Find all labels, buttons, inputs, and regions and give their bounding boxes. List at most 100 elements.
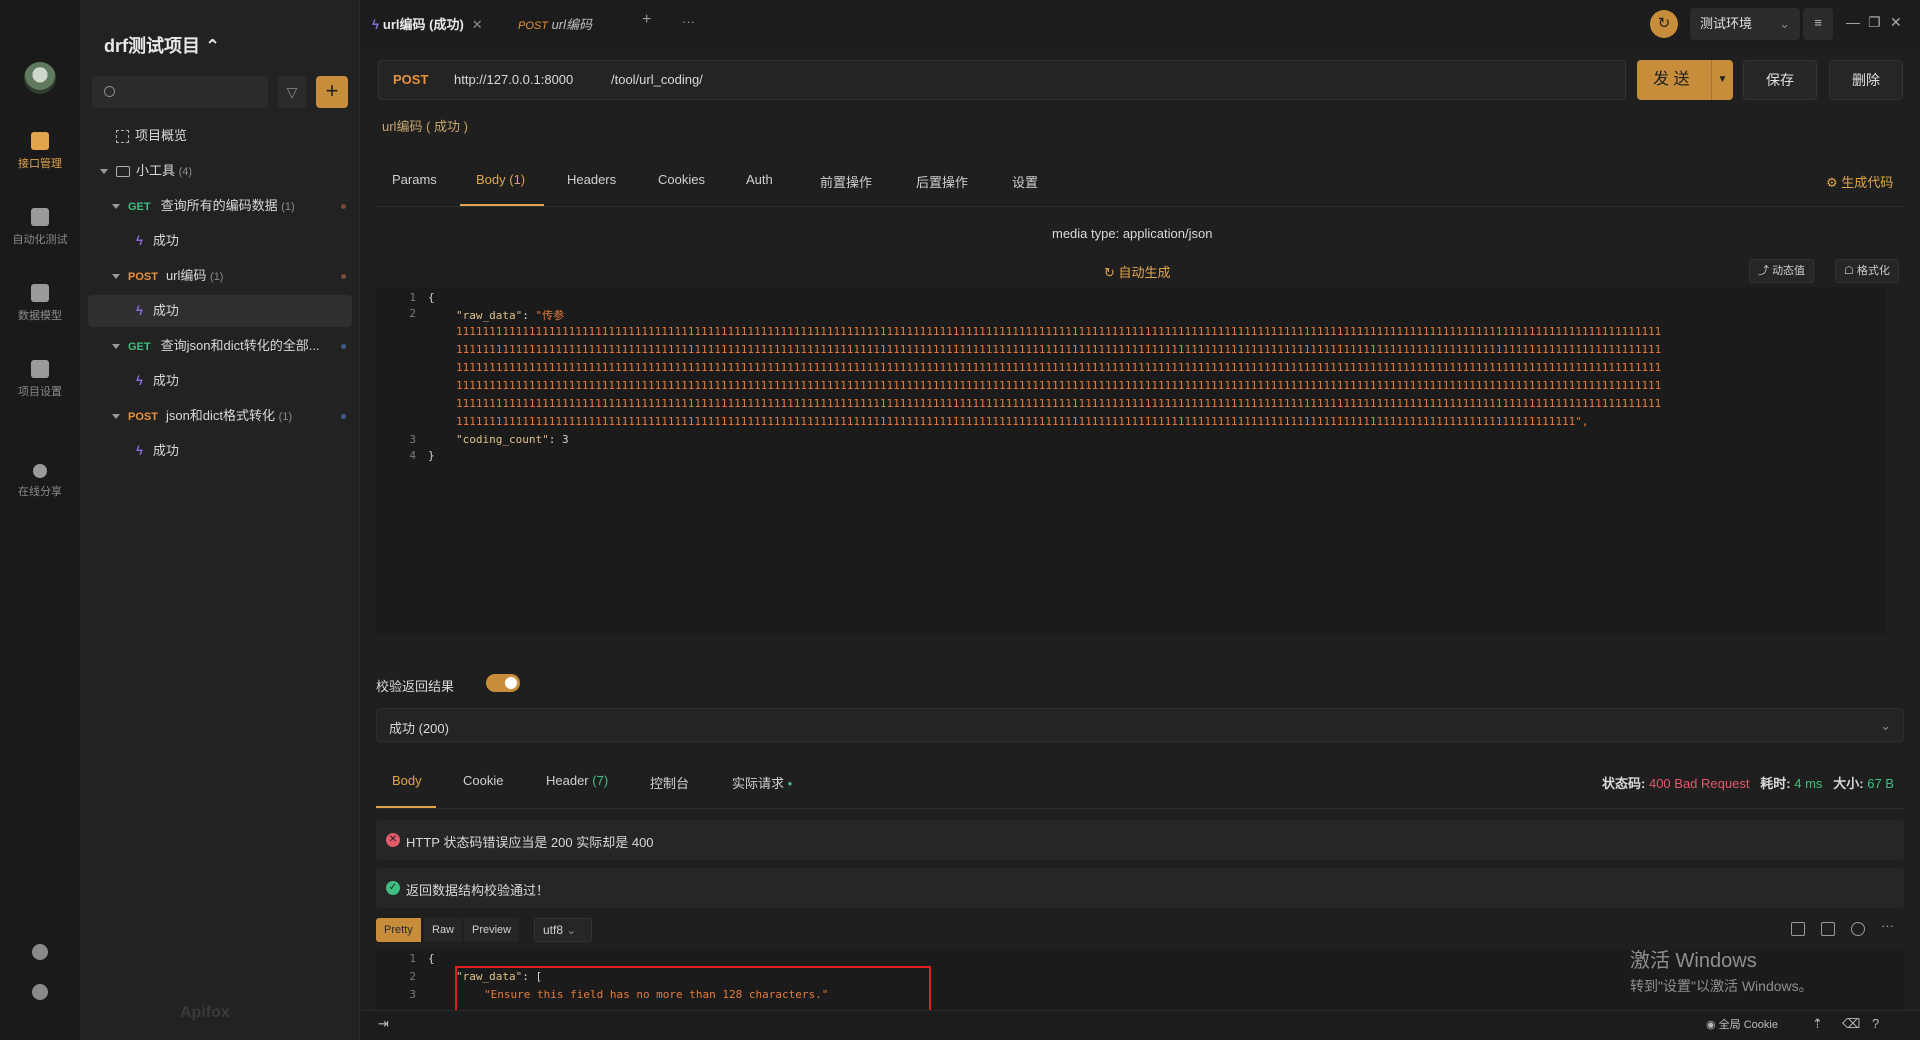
more-tabs-button[interactable]: ··· — [682, 14, 695, 29]
code-icon: ⚙ — [1826, 175, 1842, 190]
tab-auth[interactable]: Auth — [746, 172, 773, 187]
sidebar-toggle-icon[interactable]: ⇥ — [378, 1016, 389, 1032]
response-select[interactable]: 成功 (200) ⌄ — [376, 708, 1904, 742]
format-icon: ☖ — [1844, 265, 1857, 277]
share-icon — [33, 464, 47, 478]
help-icon[interactable]: ? — [1872, 1016, 1879, 1031]
auto-generate-button[interactable]: ↻ 自动生成 — [1104, 262, 1171, 281]
resp-tab-body[interactable]: Body — [392, 773, 422, 788]
sidebar-item-case[interactable]: ϟ 成功 — [88, 225, 352, 257]
sidebar-item-api[interactable]: POST json和dict格式转化 (1) — [88, 400, 352, 432]
bolt-icon: ϟ — [136, 233, 143, 248]
url-bar[interactable]: POST http://127.0.0.1:8000 /tool/url_cod… — [378, 60, 1626, 100]
resp-tab-actual-request[interactable]: 实际请求 • — [732, 773, 792, 792]
sidebar-item-api[interactable]: POST url编码 (1) — [88, 260, 352, 292]
rail-share[interactable]: 在线分享 — [0, 464, 80, 499]
body-editor[interactable]: 1 2 3 4 { "raw_data": "传参 11111111111111… — [376, 287, 1886, 635]
sidebar-item-case[interactable]: ϟ 成功 — [88, 435, 352, 467]
rail-data-model[interactable]: 数据模型 — [0, 284, 80, 323]
menu-button[interactable]: ≡ — [1803, 8, 1833, 40]
chevron-down-icon — [100, 169, 108, 175]
upload-icon[interactable]: ⇡ — [1812, 1016, 1823, 1032]
rail-project-settings[interactable]: 项目设置 — [0, 360, 80, 399]
divider — [376, 206, 1904, 207]
sidebar-folder[interactable]: 小工具 (4) — [88, 155, 352, 187]
tab-settings[interactable]: 设置 — [1012, 172, 1038, 191]
chevron-down-icon: ⌄ — [1779, 16, 1790, 31]
close-window-icon[interactable]: ✕ — [1890, 14, 1902, 31]
error-message: ✕ HTTP 状态码错误应当是 200 实际却是 400 — [376, 820, 1904, 860]
tab-params[interactable]: Params — [392, 172, 437, 187]
gear-icon[interactable] — [32, 984, 48, 1000]
chevron-down-icon — [112, 204, 120, 210]
avatar[interactable] — [24, 62, 56, 94]
filter-icon: ▽ — [286, 84, 298, 100]
plus-icon: + — [325, 78, 339, 103]
url-path-input[interactable]: /tool/url_coding/ — [611, 72, 703, 87]
send-button[interactable]: 发 送 ▼ — [1637, 60, 1733, 100]
chevron-down-icon: ⌄ — [1880, 718, 1891, 733]
resp-tab-cookie[interactable]: Cookie — [463, 773, 503, 788]
validate-toggle[interactable] — [486, 674, 520, 692]
add-tab-button[interactable]: + — [642, 11, 651, 29]
annotation-highlight — [455, 966, 931, 1016]
pretty-button[interactable]: Pretty — [376, 918, 421, 942]
chevron-down-icon — [112, 344, 120, 350]
tab-url-coding-success[interactable]: ϟ url编码 (成功) ✕ — [372, 14, 483, 33]
close-icon[interactable]: ✕ — [472, 17, 483, 32]
minimize-icon[interactable]: — — [1846, 14, 1860, 30]
request-name[interactable]: url编码 ( 成功 ) — [382, 116, 468, 135]
filter-button[interactable]: ▽ — [278, 76, 306, 108]
sidebar-item-api[interactable]: GET 查询所有的编码数据 (1) — [88, 190, 352, 222]
rail-automation[interactable]: 自动化测试 — [0, 208, 80, 247]
tab-body[interactable]: Body (1) — [476, 172, 525, 187]
save-button[interactable]: 保存 — [1743, 60, 1817, 100]
resp-tab-header[interactable]: Header (7) — [546, 773, 608, 788]
chevron-down-icon[interactable]: ▼ — [1711, 60, 1733, 100]
download-icon[interactable] — [1791, 922, 1805, 936]
format-button[interactable]: ☖ 格式化 — [1835, 259, 1899, 283]
env-select[interactable]: 测试环境 ⌄ — [1690, 8, 1800, 40]
response-status: 状态码: 400 Bad Request 耗时: 4 ms 大小: 67 B — [1602, 776, 1894, 791]
copy-icon[interactable] — [1821, 922, 1835, 936]
folder-icon — [116, 166, 130, 178]
preview-button[interactable]: Preview — [464, 918, 520, 942]
error-icon: ✕ — [386, 833, 400, 847]
wand-icon: ⤴ — [1758, 265, 1773, 277]
search-input[interactable] — [92, 76, 268, 108]
dynamic-value-button[interactable]: ⤴ 动态值 — [1749, 259, 1815, 283]
global-cookie-button[interactable]: ◉ 全局 Cookie — [1706, 1016, 1778, 1032]
resp-tab-console[interactable]: 控制台 — [650, 773, 689, 792]
tab-post-ops[interactable]: 后置操作 — [916, 172, 968, 191]
add-button[interactable]: + — [316, 76, 348, 108]
sidebar-item-api[interactable]: GET 查询json和dict转化的全部... — [88, 330, 352, 362]
sidebar-item-case[interactable]: ϟ 成功 — [88, 365, 352, 397]
rail-api-manage[interactable]: 接口管理 — [0, 132, 80, 171]
tab-url-coding[interactable]: POST url编码 — [518, 14, 592, 33]
api-manage-icon — [31, 132, 49, 150]
sidebar-item-case-selected[interactable]: ϟ 成功 — [88, 295, 352, 327]
generate-code-button[interactable]: ⚙ 生成代码 — [1826, 172, 1893, 191]
success-message: ✓ 返回数据结构校验通过！ — [376, 868, 1904, 908]
tab-headers[interactable]: Headers — [567, 172, 616, 187]
validate-label: 校验返回结果 — [376, 679, 455, 694]
delete-button[interactable]: 删除 — [1829, 60, 1903, 100]
project-title[interactable]: drf测试项目 ⌃ — [104, 32, 220, 58]
raw-button[interactable]: Raw — [424, 918, 463, 942]
more-icon[interactable]: ··· — [1881, 918, 1894, 933]
project-settings-icon — [31, 360, 49, 378]
base-url: http://127.0.0.1:8000 — [454, 72, 574, 87]
sync-icon[interactable]: ↻ — [1650, 10, 1678, 38]
trash-icon[interactable]: ⌫ — [1842, 1016, 1860, 1032]
tab-pre-ops[interactable]: 前置操作 — [820, 172, 872, 191]
encoding-select[interactable]: utf8 ⌄ — [534, 918, 592, 942]
icon-rail: 接口管理 自动化测试 数据模型 项目设置 在线分享 — [0, 0, 80, 1040]
search-icon[interactable] — [1851, 922, 1865, 936]
automation-icon — [31, 208, 49, 226]
restore-icon[interactable]: ❐ — [1868, 14, 1881, 31]
method-select[interactable]: POST — [393, 72, 428, 87]
bell-icon[interactable] — [32, 944, 48, 960]
refresh-icon: ↻ — [1104, 265, 1119, 280]
tab-cookies[interactable]: Cookies — [658, 172, 705, 187]
sidebar-item-overview[interactable]: 项目概览 — [88, 120, 352, 152]
